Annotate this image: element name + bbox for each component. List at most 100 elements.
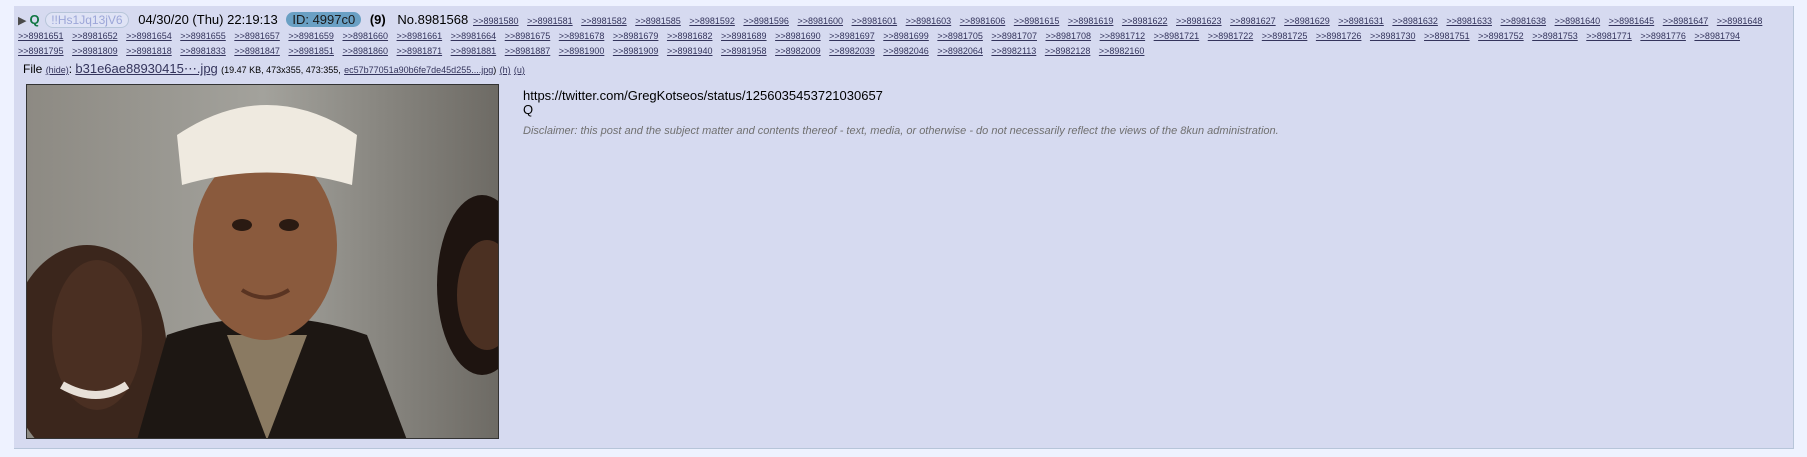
reply-link[interactable]: >>8981632 [1392,16,1438,26]
reply-link[interactable]: >>8981690 [775,31,821,41]
reply-link[interactable]: >>8981606 [960,16,1006,26]
reply-link[interactable]: >>8981730 [1370,31,1416,41]
reply-link[interactable]: >>8981601 [852,16,898,26]
file-u-link[interactable]: (u) [514,65,525,75]
post-container: >>8981580 >>8981581 >>8981582 >>8981585 … [14,6,1794,449]
reply-link[interactable]: >>8981726 [1316,31,1362,41]
reply-link[interactable]: >>8981623 [1176,16,1222,26]
reply-link[interactable]: >>8981629 [1284,16,1330,26]
reply-link[interactable]: >>8981847 [234,46,280,56]
reply-link[interactable]: >>8981887 [505,46,551,56]
reply-link[interactable]: >>8981900 [559,46,605,56]
hide-file-link[interactable]: (hide) [46,65,69,75]
disclaimer: Disclaimer: this post and the subject ma… [523,125,1279,137]
reply-link[interactable]: >>8981664 [451,31,497,41]
original-file-name[interactable]: ec57b77051a90b6fe7de45d255....jpg [344,65,493,75]
reply-link[interactable]: >>8981651 [18,31,64,41]
reply-link[interactable]: >>8982113 [991,46,1036,56]
reply-link[interactable]: >>8981592 [689,16,735,26]
file-name-link[interactable]: b31e6ae88930415⋯.jpg [75,61,217,76]
reply-link[interactable]: >>8981679 [613,31,659,41]
reply-link[interactable]: >>8981615 [1014,16,1060,26]
post-body: https://twitter.com/GregKotseos/status/1… [523,89,883,117]
reply-link[interactable]: >>8981622 [1122,16,1168,26]
reply-link[interactable]: >>8981678 [559,31,605,41]
reply-link[interactable]: >>8981721 [1154,31,1200,41]
reply-link[interactable]: >>8981771 [1586,31,1632,41]
reply-link[interactable]: >>8982009 [775,46,821,56]
reply-link[interactable]: >>8981689 [721,31,767,41]
reply-link[interactable]: >>8981600 [797,16,843,26]
reply-link[interactable]: >>8981659 [288,31,334,41]
reply-link[interactable]: >>8981603 [906,16,952,26]
reply-link[interactable]: >>8981652 [72,31,118,41]
file-label: File [23,62,43,76]
reply-link[interactable]: >>8981647 [1663,16,1709,26]
reply-link[interactable]: >>8981697 [829,31,875,41]
file-meta: (19.47 KB, 473x355, 473:355, [221,65,341,75]
reply-link[interactable]: >>8981881 [451,46,497,56]
reply-link[interactable]: >>8981633 [1446,16,1492,26]
reply-link[interactable]: >>8981722 [1208,31,1254,41]
reply-link[interactable]: >>8981631 [1338,16,1384,26]
post-image[interactable] [26,84,499,439]
reply-link[interactable]: >>8982160 [1099,46,1145,56]
reply-link[interactable]: >>8981596 [743,16,789,26]
reply-link[interactable]: >>8981655 [180,31,226,41]
reply-link[interactable]: >>8981752 [1478,31,1524,41]
reply-link[interactable]: >>8981581 [527,16,573,26]
reply-link[interactable]: >>8981776 [1640,31,1686,41]
reply-link[interactable]: >>8981707 [991,31,1037,41]
reply-link[interactable]: >>8981645 [1609,16,1655,26]
reply-link[interactable]: >>8981675 [505,31,551,41]
reply-link[interactable]: >>8981705 [937,31,983,41]
reply-link[interactable]: >>8981958 [721,46,767,56]
file-h-link[interactable]: (h) [500,65,511,75]
reply-link[interactable]: >>8982039 [829,46,875,56]
reply-link[interactable]: >>8981851 [288,46,334,56]
reply-link[interactable]: >>8981809 [72,46,118,56]
reply-link[interactable]: >>8981660 [342,31,388,41]
reply-link[interactable]: >>8981751 [1424,31,1470,41]
reply-link[interactable]: >>8981585 [635,16,681,26]
reply-link[interactable]: >>8981725 [1262,31,1308,41]
reply-link[interactable]: >>8981753 [1532,31,1578,41]
reply-link[interactable]: >>8981619 [1068,16,1114,26]
reply-link[interactable]: >>8981795 [18,46,64,56]
reply-link[interactable]: >>8981860 [342,46,388,56]
reply-link[interactable]: >>8982046 [883,46,929,56]
post-number-link[interactable]: No.8981568 [397,12,468,27]
reply-link[interactable]: >>8981580 [473,16,519,26]
file-info: File (hide): b31e6ae88930415⋯.jpg (19.47… [23,61,525,77]
reply-link[interactable]: >>8981654 [126,31,172,41]
post-intro: ▶ Q !!Hs1Jq13jV6 04/30/20 (Thu) 22:19:13 … [18,12,468,29]
reply-link[interactable]: >>8981871 [397,46,443,56]
reply-link[interactable]: >>8981699 [883,31,929,41]
reply-link[interactable]: >>8982064 [937,46,983,56]
triangle-right-icon[interactable]: ▶ [18,15,26,27]
reply-link[interactable]: >>8981661 [397,31,443,41]
reply-link[interactable]: >>8981909 [613,46,659,56]
reply-link[interactable]: >>8982128 [1045,46,1091,56]
reply-link[interactable]: >>8981794 [1694,31,1740,41]
reply-link[interactable]: >>8981682 [667,31,713,41]
reply-link[interactable]: >>8981712 [1100,31,1146,41]
post-count: (9) [369,12,386,27]
reply-link[interactable]: >>8981833 [180,46,226,56]
reply-link[interactable]: >>8981940 [667,46,713,56]
reply-link[interactable]: >>8981638 [1500,16,1546,26]
poster-id-badge[interactable]: ID: 4997c0 [286,12,362,27]
file-meta-close: ) [493,65,497,75]
post-body-line-2: Q [523,102,534,117]
reply-link[interactable]: >>8981657 [234,31,280,41]
reply-link[interactable]: >>8981640 [1555,16,1601,26]
reply-link[interactable]: >>8981627 [1230,16,1276,26]
post-body-line-1: https://twitter.com/GregKotseos/status/1… [523,88,883,103]
reply-link[interactable]: >>8981708 [1045,31,1091,41]
reply-link[interactable]: >>8981818 [126,46,172,56]
reply-link[interactable]: >>8981582 [581,16,627,26]
poster-name: Q [29,12,40,27]
reply-link[interactable]: >>8981648 [1717,16,1763,26]
tripcode: !!Hs1Jq13jV6 [45,12,129,28]
post-image-graphic [27,85,498,438]
